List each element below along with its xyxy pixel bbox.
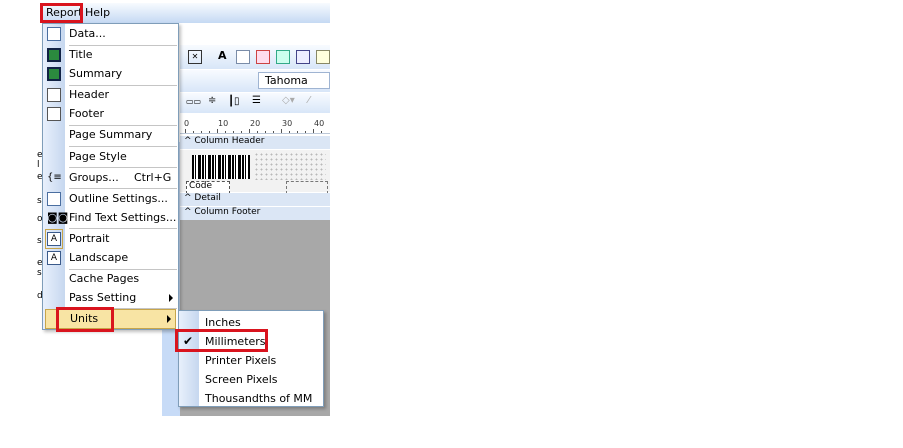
menu-item-label: Page Style xyxy=(69,150,127,163)
close-icon[interactable]: ✕ xyxy=(188,50,202,64)
ruler-label: 20 xyxy=(250,119,261,128)
rich-text-tool-icon[interactable] xyxy=(256,50,270,64)
menu-item-pass-setting[interactable]: Pass Setting xyxy=(43,288,178,308)
detail-band[interactable]: ^ Detail xyxy=(180,193,330,206)
horizontal-ruler: 0 10 20 30 40 xyxy=(180,117,330,134)
menu-item-data[interactable]: Data... xyxy=(43,24,178,44)
menu-item-label: Portrait xyxy=(69,232,110,245)
font-name-field[interactable]: Tahoma xyxy=(258,72,330,89)
menu-item-label: Outline Settings... xyxy=(69,192,168,205)
menu-item-label: Footer xyxy=(69,107,104,120)
band-label: ^ Column Footer xyxy=(184,207,261,217)
menu-item-summary[interactable]: Summary xyxy=(43,64,178,84)
groups-icon: {≡ xyxy=(47,172,62,183)
ruler-label: 0 xyxy=(184,119,190,128)
menu-item-label: Pass Setting xyxy=(69,291,137,304)
units-item-thousandths-mm[interactable]: Thousandths of MM xyxy=(179,389,323,408)
barcode-control[interactable] xyxy=(192,155,250,179)
portrait-icon: A xyxy=(47,232,61,246)
menu-help[interactable]: Help xyxy=(85,6,110,19)
align-justify-icon[interactable]: ☰ xyxy=(252,95,261,106)
page-header-icon xyxy=(47,88,61,102)
units-item-screen-pixels[interactable]: Screen Pixels xyxy=(179,370,323,389)
menu-item-page-style[interactable]: Page Style xyxy=(43,147,178,167)
menu-item-page-summary[interactable]: Page Summary xyxy=(43,125,178,145)
menu-item-label: Landscape xyxy=(69,251,129,264)
title-section-icon xyxy=(47,48,61,62)
background-text: s xyxy=(37,236,42,246)
band-label: ^ Column Header xyxy=(184,136,265,146)
label-tool-icon[interactable] xyxy=(236,50,250,64)
menu-item-label: Page Summary xyxy=(69,128,153,141)
toolbar-align: ▭▭ ≑ ┃▯ ☰ ◇▾ ⁄ xyxy=(180,93,330,113)
align-center-icon[interactable]: ≑ xyxy=(208,95,216,106)
background-text: l xyxy=(37,160,40,170)
band-label: ^ Detail xyxy=(184,193,221,203)
menu-item-label: Title xyxy=(69,48,93,61)
report-menu: Data... Title Summary Header Footer Page… xyxy=(42,23,179,330)
column-header-band[interactable]: ^ Column Header xyxy=(180,136,330,149)
units-submenu: Inches ✔ Millimeters Printer Pixels Scre… xyxy=(178,310,324,407)
barcode-tool-icon[interactable] xyxy=(316,50,330,64)
menu-bar: Report Help xyxy=(42,3,330,23)
millimeters-highlight xyxy=(175,329,268,352)
ruler-label: 10 xyxy=(218,119,229,128)
menu-item-landscape[interactable]: A Landscape xyxy=(43,248,178,268)
units-highlight xyxy=(56,307,114,332)
menu-item-cache-pages[interactable]: Cache Pages xyxy=(43,269,178,289)
submenu-arrow-icon xyxy=(169,294,173,302)
menu-item-find-text-settings[interactable]: ◙◙ Find Text Settings... xyxy=(43,208,178,228)
line-color-icon[interactable]: ⁄ xyxy=(308,95,310,106)
menu-item-label: Printer Pixels xyxy=(205,354,277,367)
font-name-value: Tahoma xyxy=(265,74,308,87)
units-item-printer-pixels[interactable]: Printer Pixels xyxy=(179,351,323,370)
outline-icon xyxy=(47,192,61,206)
menu-item-footer[interactable]: Footer xyxy=(43,104,178,124)
text-tool-icon[interactable]: A xyxy=(218,49,227,62)
grid-dots xyxy=(254,152,326,180)
code-field-label: Code xyxy=(189,181,213,191)
fill-color-icon[interactable]: ◇▾ xyxy=(282,95,295,106)
menu-item-shortcut: Ctrl+G xyxy=(134,171,172,184)
chart-tool-icon[interactable] xyxy=(296,50,310,64)
menu-item-label: Groups... xyxy=(69,171,119,184)
menu-item-label: Summary xyxy=(69,67,123,80)
menu-item-title[interactable]: Title xyxy=(43,45,178,65)
report-menu-highlight xyxy=(40,3,83,23)
ruler-label: 40 xyxy=(314,119,325,128)
menu-item-label: Header xyxy=(69,88,110,101)
menu-item-label: Screen Pixels xyxy=(205,373,278,386)
menu-item-label: Cache Pages xyxy=(69,272,140,285)
landscape-icon: A xyxy=(47,251,61,265)
image-tool-icon[interactable] xyxy=(276,50,290,64)
background-text: s xyxy=(37,196,42,206)
menu-item-label: Inches xyxy=(205,316,241,329)
menu-item-outline-settings[interactable]: Outline Settings... xyxy=(43,189,178,209)
column-footer-band[interactable]: ^ Column Footer xyxy=(180,207,330,220)
ruler-label: 30 xyxy=(282,119,293,128)
menu-item-groups[interactable]: {≡ Groups... Ctrl+G xyxy=(43,168,178,188)
binoculars-icon: ◙◙ xyxy=(47,211,69,224)
menu-item-label: Data... xyxy=(69,27,106,40)
menu-item-header[interactable]: Header xyxy=(43,85,178,105)
menu-item-label: Find Text Settings... xyxy=(69,211,177,224)
summary-section-icon xyxy=(47,67,61,81)
toolbar-format: ✕ A xyxy=(180,45,330,69)
submenu-arrow-icon xyxy=(167,315,171,323)
menu-item-label: Thousandths of MM xyxy=(205,392,313,405)
align-left-icon[interactable]: ▭▭ xyxy=(186,97,201,106)
background-text: s xyxy=(37,268,42,278)
align-bottom-icon[interactable]: ┃▯ xyxy=(228,96,240,107)
page-footer-icon xyxy=(47,107,61,121)
database-icon xyxy=(47,27,61,41)
menu-item-portrait[interactable]: A Portrait xyxy=(43,229,178,249)
